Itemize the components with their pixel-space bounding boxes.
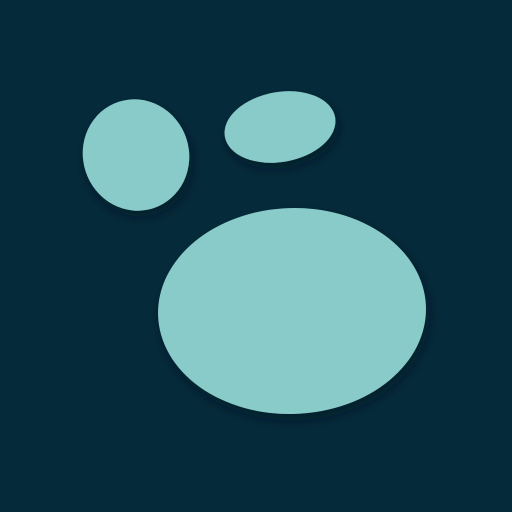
paw-print-icon [0,0,512,512]
app-icon [0,0,512,512]
